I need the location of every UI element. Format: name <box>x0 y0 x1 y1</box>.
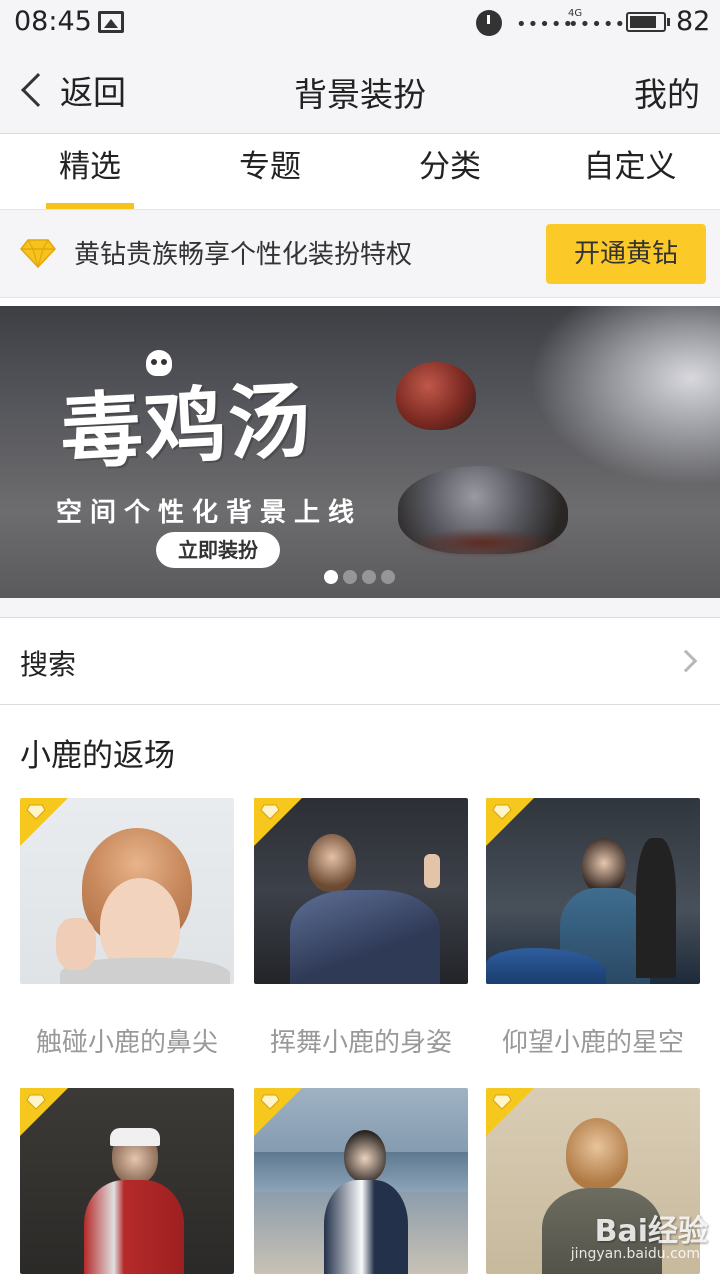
skull-icon <box>146 350 172 376</box>
carousel-dot[interactable] <box>362 570 376 584</box>
banner-grey-stone-image <box>398 466 568 558</box>
background-thumbnail <box>20 798 234 984</box>
mine-button[interactable]: 我的 <box>634 68 700 116</box>
tab-label: 自定义 <box>583 149 677 185</box>
watermark-url: jingyan.baidu.com <box>570 1246 700 1262</box>
background-thumbnail <box>20 1088 234 1274</box>
diamond-icon <box>26 1094 46 1110</box>
tab-custom[interactable]: 自定义 <box>540 135 720 209</box>
status-bar: 08:45 ••••• 4G ••••• 82 <box>0 0 720 46</box>
diamond-icon <box>492 804 512 820</box>
vip-promo-banner: 黄钻贵族畅享个性化装扮特权 开通黄钻 <box>0 210 720 298</box>
background-card[interactable]: 仰望小鹿的星空 <box>486 798 700 1058</box>
carousel-dot[interactable] <box>324 570 338 584</box>
carousel-banner[interactable]: 毒鸡汤 空间个性化背景上线 立即装扮 <box>0 306 720 598</box>
background-card[interactable]: 触碰小鹿的鼻尖 <box>20 798 234 1058</box>
background-name: 仰望小鹿的星空 <box>501 1028 684 1058</box>
banner-cta-button[interactable]: 立即装扮 <box>156 532 280 568</box>
background-thumbnail <box>254 1088 468 1274</box>
section-gap <box>0 598 720 618</box>
battery-icon <box>626 12 670 32</box>
carousel-dot[interactable] <box>343 570 357 584</box>
background-card[interactable] <box>254 1088 468 1274</box>
background-name: 触碰小鹿的鼻尖 <box>35 1028 218 1058</box>
background-card[interactable] <box>20 1088 234 1274</box>
background-name: 挥舞小鹿的身姿 <box>269 1028 452 1058</box>
banner-wave-image <box>530 306 720 486</box>
banner-red-stone-image <box>396 362 476 430</box>
tab-label: 精选 <box>59 149 121 185</box>
image-notification-icon <box>98 11 124 33</box>
tab-categories[interactable]: 分类 <box>360 135 540 209</box>
search-label: 搜索 <box>20 648 77 681</box>
search-entry[interactable]: 搜索 <box>0 619 720 705</box>
diamond-icon <box>260 804 280 820</box>
open-vip-button[interactable]: 开通黄钻 <box>546 224 706 284</box>
tab-label: 专题 <box>239 149 301 185</box>
signal-strength-icon: ••••• <box>516 14 575 35</box>
signal-strength-icon-2: ••••• <box>568 14 627 35</box>
diamond-icon <box>492 1094 512 1110</box>
background-card[interactable]: 挥舞小鹿的身姿 <box>254 798 468 1058</box>
carousel-indicators <box>324 570 395 584</box>
tab-label: 分类 <box>419 149 481 185</box>
alarm-icon <box>476 10 502 36</box>
status-time: 08:45 <box>14 6 92 37</box>
diamond-icon <box>20 239 56 268</box>
banner-title: 毒鸡汤 <box>58 373 315 482</box>
background-thumbnail <box>254 798 468 984</box>
chevron-right-icon <box>674 649 698 673</box>
banner-subtitle: 空间个性化背景上线 <box>56 498 363 528</box>
background-thumbnail <box>486 798 700 984</box>
section-title: 小鹿的返场 <box>20 738 175 774</box>
carousel-dot[interactable] <box>381 570 395 584</box>
tab-bar: 精选 专题 分类 自定义 <box>0 135 720 209</box>
baidu-watermark: Bai经验 <box>594 1214 708 1249</box>
tab-featured[interactable]: 精选 <box>0 135 180 209</box>
promo-text: 黄钻贵族畅享个性化装扮特权 <box>74 240 413 270</box>
battery-level: 82 <box>676 6 711 37</box>
page-title: 背景装扮 <box>294 75 426 114</box>
diamond-icon <box>260 1094 280 1110</box>
navigation-bar: 返回 背景装扮 我的 <box>0 46 720 134</box>
diamond-icon <box>26 804 46 820</box>
tab-topics[interactable]: 专题 <box>180 135 360 209</box>
